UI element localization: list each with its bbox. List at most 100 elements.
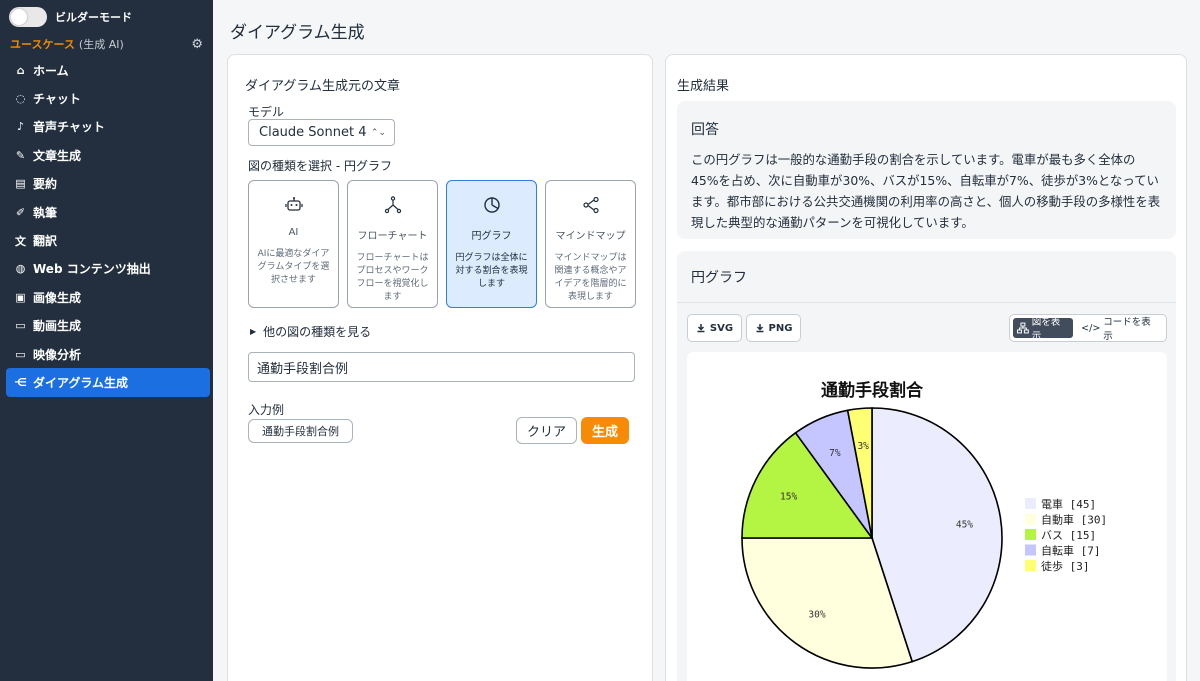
sidebar-item-label: ホーム: [33, 63, 69, 78]
legend-entry: 自動車 [30]: [1041, 513, 1107, 527]
example-label: 入力例: [248, 403, 285, 417]
view-diagram-label: 図を表示: [1031, 317, 1061, 342]
chart-canvas: 通勤手段割合 45% 30% 15% 7% 3% 電車 [45] 自動車 [30] バス [15…: [687, 352, 1167, 681]
sidebar-item-10[interactable]: ▭ 映像分析: [0, 340, 213, 368]
sidebar-item-label: 動画生成: [33, 319, 82, 334]
legend-swatch: [1025, 529, 1036, 540]
sidebar-item-label: 翻訳: [33, 234, 58, 249]
legend-swatch: [1025, 560, 1036, 571]
diagram-type-desc: AIに最適なダイアグラムタイプを選択させます: [257, 249, 330, 285]
pie-chart-icon: [482, 195, 502, 215]
builder-mode-toggle[interactable]: [9, 7, 47, 27]
usecase-title: ユースケース (生成 AI): [10, 36, 124, 52]
sidebar-item-9[interactable]: ▭ 動画生成: [0, 312, 213, 340]
sidebar-nav: ⌂ ホーム ◌ チャット ♪ 音声チャット ✎ 文章生成 ▤ 要約 ✐ 執筆文翻訳 ◍ Web コンテンツ…: [0, 56, 213, 397]
view-code-label: コードを表示: [1103, 317, 1151, 342]
translate-icon: 文: [15, 234, 26, 248]
chart-section-title: 円グラフ: [691, 270, 747, 286]
model-select[interactable]: Claude Sonnet 4 ⌃⌄: [248, 119, 395, 146]
diagram-type-card-3[interactable]: マインドマップマインドマップは関連する概念やアイデアを階層的に表現します: [545, 180, 636, 308]
pie-slice-label: 7%: [829, 448, 841, 459]
chart-title: 通勤手段割合: [821, 380, 924, 401]
legend-entry: 自転車 [7]: [1041, 544, 1101, 558]
gear-icon[interactable]: ⚙: [191, 37, 203, 52]
legend-entry: バス [15]: [1041, 529, 1096, 542]
more-types-label: 他の図の種類を見る: [263, 325, 372, 339]
sidebar-item-7[interactable]: ◍ Web コンテンツ抽出: [0, 255, 213, 283]
legend-swatch: [1025, 544, 1036, 556]
sidebar-item-2[interactable]: ♪ 音声チャット: [0, 113, 213, 141]
diagram-type-name: マインドマップ: [555, 231, 626, 242]
sidebar-item-label: チャット: [33, 92, 81, 107]
code-icon: </>: [1081, 322, 1101, 334]
diagram-type-card-2[interactable]: 円グラフ円グラフは全体に対する割合を表現します: [446, 180, 537, 308]
sidebar-item-label: 要約: [33, 177, 58, 192]
model-select-value: Claude Sonnet 4: [259, 125, 367, 140]
more-types-toggle[interactable]: ▶ 他の図の種類を見る: [250, 323, 371, 340]
camera-icon: ▭: [15, 347, 26, 361]
sidebar-item-5[interactable]: ✐ 執筆: [0, 198, 213, 226]
input-panel: ダイアグラム生成元の文章 モデル Claude Sonnet 4 ⌃⌄ 図の種類…: [227, 54, 653, 681]
sidebar-item-0[interactable]: ⌂ ホーム: [0, 56, 213, 84]
diagram-icon: [1017, 322, 1029, 334]
answer-title: 回答: [691, 122, 719, 138]
sidebar: ビルダーモード ユースケース (生成 AI) ⚙ ⌂ ホーム ◌ チャット ♪ 音声チャット…: [0, 0, 213, 681]
example-button[interactable]: 通勤手段割合例: [248, 419, 353, 443]
mic-icon: ♪: [16, 120, 25, 134]
diagram-icon: ⋲: [14, 375, 27, 389]
legend-entry: 徒歩 [3]: [1041, 559, 1090, 573]
png-button-label: PNG: [768, 322, 793, 334]
pie-chart: 通勤手段割合 45% 30% 15% 7% 3% 電車 [45] 自動車 [30] バス [15…: [741, 380, 1107, 669]
usecase-header: ユースケース (生成 AI) ⚙: [0, 34, 213, 54]
sidebar-item-label: ダイアグラム生成: [33, 375, 129, 390]
diagram-type-card-1[interactable]: フローチャート フローチャートはプロセスやワークフローを視覚化します: [347, 180, 438, 308]
home-icon: ⌂: [16, 63, 25, 77]
builder-mode-row: ビルダーモード: [0, 0, 213, 34]
download-png-button[interactable]: PNG: [746, 314, 801, 342]
sidebar-item-11[interactable]: ⋲ ダイアグラム生成: [6, 368, 210, 397]
view-code-button[interactable]: </> コードを表示: [1077, 317, 1163, 342]
clear-button[interactable]: クリア: [516, 417, 577, 444]
diagram-type-name: 円グラフ: [471, 231, 512, 242]
robot-icon: [284, 195, 304, 215]
diagram-type-label: 図の種類を選択 - 円グラフ: [248, 159, 392, 173]
sidebar-item-label: Web コンテンツ抽出: [33, 262, 151, 277]
sidebar-item-label: 執筆: [33, 205, 58, 220]
globe-icon: ◍: [15, 262, 26, 276]
download-svg-button[interactable]: SVG: [687, 314, 742, 342]
result-panel-title: 生成結果: [677, 79, 730, 94]
view-mode-toggle: 図を表示 </> コードを表示: [1009, 314, 1167, 342]
sidebar-item-label: 画像生成: [33, 290, 82, 305]
chat-icon: ◌: [15, 92, 26, 106]
diagram-type-desc: マインドマップは関連する概念やアイデアを階層的に表現します: [554, 253, 627, 302]
sidebar-item-6[interactable]: 文翻訳: [0, 226, 213, 254]
sidebar-item-3[interactable]: ✎ 文章生成: [0, 141, 213, 169]
diagram-type-desc: 円グラフは全体に対する割合を表現します: [455, 253, 528, 289]
pie-slice-label: 3%: [857, 441, 869, 452]
diagram-type-name: AI: [288, 227, 299, 238]
mindmap-icon: [581, 195, 601, 215]
image-icon: ▣: [15, 290, 26, 304]
legend-entry: 電車 [45]: [1041, 497, 1096, 511]
diagram-type-card-0[interactable]: AI AIに最適なダイアグラムタイプを選択させます: [248, 180, 339, 308]
sidebar-item-1[interactable]: ◌ チャット: [0, 84, 213, 112]
usecase-label: ユースケース: [10, 38, 75, 51]
sidebar-item-label: 映像分析: [33, 347, 82, 362]
diagram-text-input[interactable]: [248, 352, 635, 382]
pen-icon: ✐: [15, 205, 26, 219]
divider: [677, 302, 1176, 303]
flowchart-icon: [383, 195, 403, 215]
view-diagram-button[interactable]: 図を表示: [1013, 317, 1074, 342]
chevron-updown-icon: ⌃⌄: [370, 127, 386, 138]
sidebar-item-4[interactable]: ▤ 要約: [0, 170, 213, 198]
diagram-type-grid: AI AIに最適なダイアグラムタイプを選択させます フローチャート フローチャートはプ…: [248, 180, 636, 308]
download-icon: [697, 324, 705, 333]
page-title: ダイアグラム生成: [230, 23, 365, 43]
generate-button[interactable]: 生成: [581, 417, 629, 444]
legend-swatch: [1025, 513, 1036, 525]
legend-swatch: [1025, 498, 1036, 509]
sidebar-item-8[interactable]: ▣ 画像生成: [0, 283, 213, 311]
caret-right-icon: ▶: [250, 327, 257, 336]
toggle-knob: [11, 9, 27, 25]
model-label: モデル: [248, 105, 285, 119]
